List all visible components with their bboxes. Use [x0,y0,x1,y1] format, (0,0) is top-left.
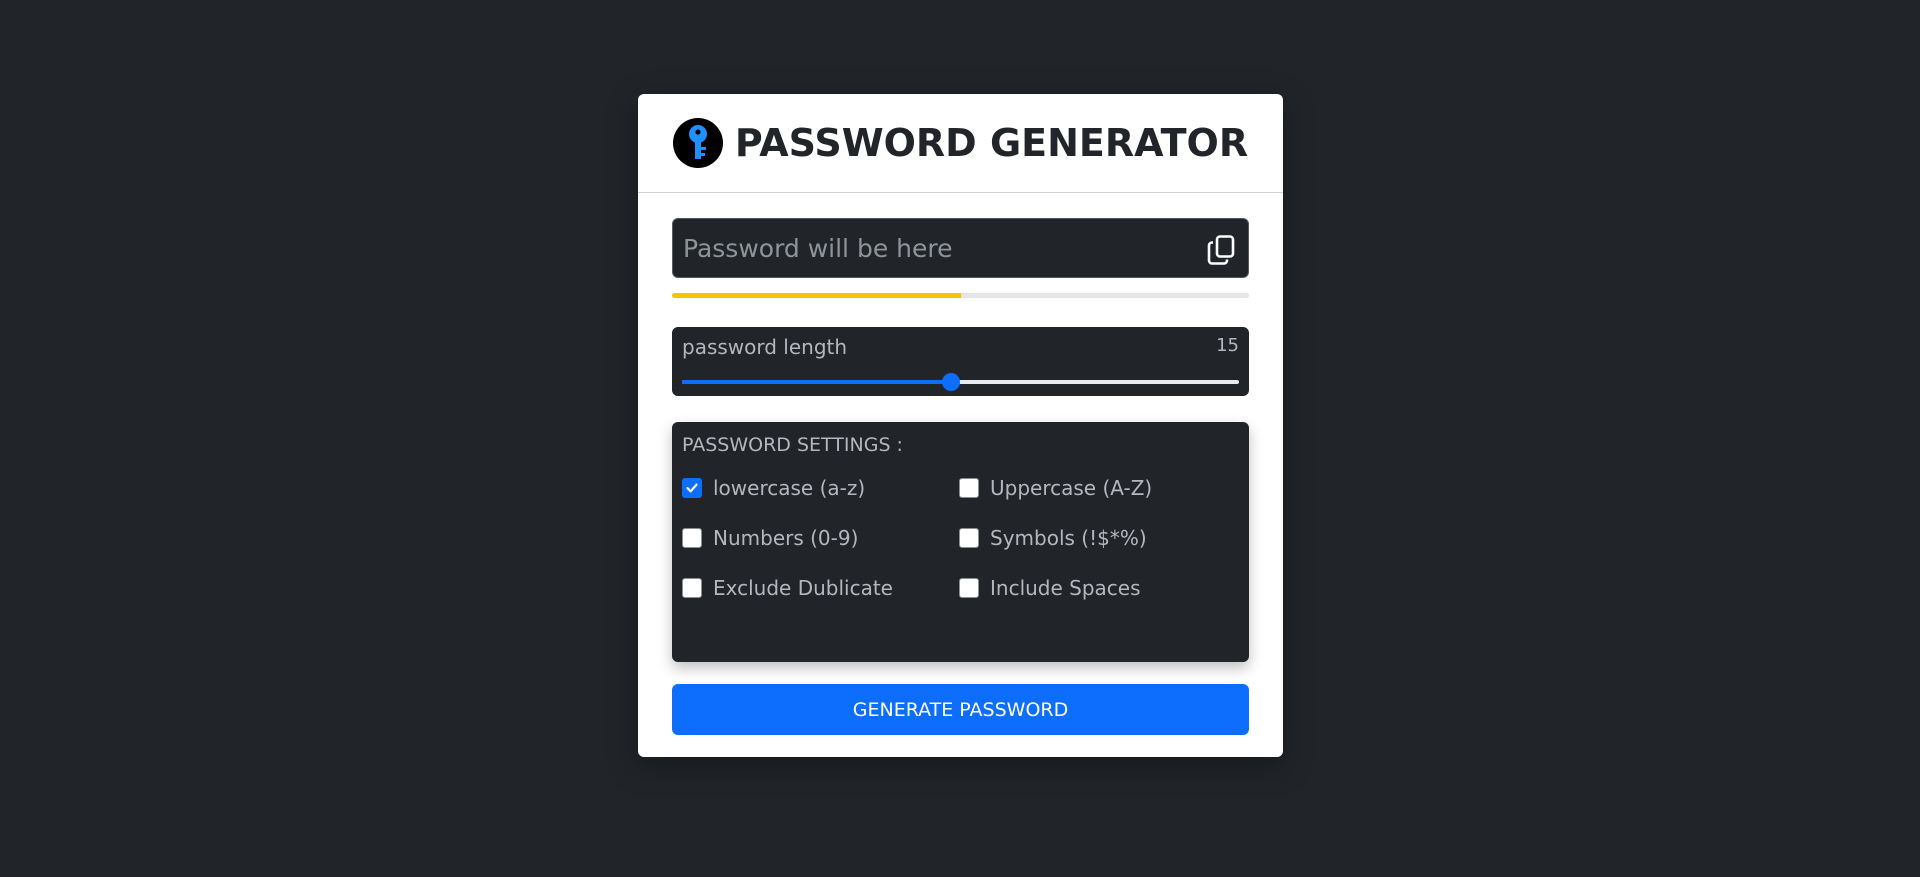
option-label: Exclude Dublicate [713,576,893,600]
card-header: PASSWORD GENERATOR [638,94,1283,193]
password-settings: PASSWORD SETTINGS : lowercase (a-z) Uppe… [672,422,1249,662]
settings-options: lowercase (a-z) Uppercase (A-Z) Numbers … [682,470,1239,606]
symbols-checkbox[interactable] [959,528,979,548]
option-exclude-duplicate[interactable]: Exclude Dublicate [682,570,959,606]
length-label: password length [682,335,848,359]
slider-thumb[interactable] [941,373,960,391]
copy-icon[interactable] [1204,233,1238,267]
option-label: lowercase (a-z) [713,476,866,500]
strength-indicator-fill [672,293,961,298]
uppercase-checkbox[interactable] [959,478,979,498]
option-uppercase[interactable]: Uppercase (A-Z) [959,470,1239,506]
option-lowercase[interactable]: lowercase (a-z) [682,470,959,506]
option-include-spaces[interactable]: Include Spaces [959,570,1239,606]
password-output [672,218,1249,278]
exclude-duplicate-checkbox[interactable] [682,578,702,598]
password-generator-card: PASSWORD GENERATOR password length 15 [638,94,1283,757]
password-input[interactable] [683,233,1204,263]
lowercase-checkbox[interactable] [682,478,702,498]
key-icon [672,118,723,168]
length-value: 15 [1216,335,1239,356]
slider-fill [682,380,951,384]
page-title: PASSWORD GENERATOR [734,121,1249,165]
option-label: Symbols (!$*%) [990,526,1147,550]
option-label: Numbers (0-9) [713,526,859,550]
strength-indicator [672,293,1249,298]
card-body: password length 15 PASSWORD SETTINGS : l… [638,218,1283,735]
settings-title: PASSWORD SETTINGS : [682,434,903,456]
option-label: Uppercase (A-Z) [990,476,1153,500]
numbers-checkbox[interactable] [682,528,702,548]
generate-password-button[interactable]: GENERATE PASSWORD [672,684,1249,735]
option-numbers[interactable]: Numbers (0-9) [682,520,959,556]
length-slider[interactable] [682,373,1239,391]
option-symbols[interactable]: Symbols (!$*%) [959,520,1239,556]
include-spaces-checkbox[interactable] [959,578,979,598]
option-label: Include Spaces [990,576,1141,600]
length-control: password length 15 [672,327,1249,396]
